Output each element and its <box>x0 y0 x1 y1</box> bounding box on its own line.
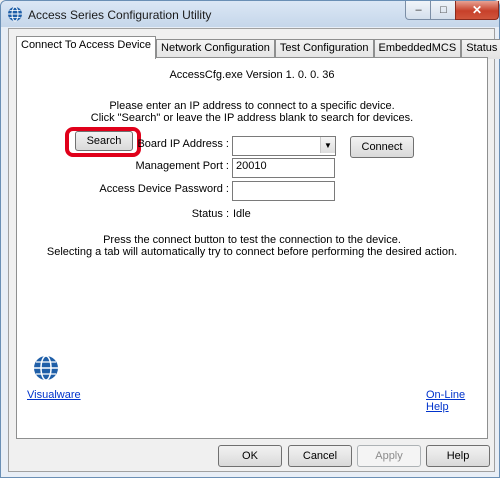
window-title: Access Series Configuration Utility <box>28 8 212 22</box>
status-value: Idle <box>233 208 251 220</box>
tab-test-configuration[interactable]: Test Configuration <box>274 39 374 59</box>
tab-network-configuration[interactable]: Network Configuration <box>156 39 275 59</box>
maximize-icon: □ <box>440 4 447 16</box>
tab-connect-to-access-device[interactable]: Connect To Access Device <box>16 36 157 59</box>
board-ip-combobox[interactable]: ▼ <box>232 136 336 156</box>
minimize-icon: – <box>415 4 422 16</box>
footer-line-1: Press the connect button to test the con… <box>103 234 401 246</box>
title-bar[interactable]: Access Series Configuration Utility – □ … <box>1 1 499 27</box>
ok-button[interactable]: OK <box>218 445 282 467</box>
tab-strip: Connect To Access Device Network Configu… <box>16 36 500 59</box>
tab-status[interactable]: Status <box>461 39 500 59</box>
help-button[interactable]: Help <box>426 445 490 467</box>
maximize-button[interactable]: □ <box>430 1 457 20</box>
close-button[interactable]: ✕ <box>455 1 499 20</box>
visualware-logo-icon <box>34 355 58 381</box>
search-button[interactable]: Search <box>75 131 133 151</box>
minimize-button[interactable]: – <box>405 1 432 20</box>
connect-button[interactable]: Connect <box>350 136 414 158</box>
status-label: Status : <box>191 208 229 220</box>
globe-icon <box>8 6 22 22</box>
password-label: Access Device Password : <box>99 183 229 195</box>
chevron-down-icon[interactable]: ▼ <box>320 137 335 153</box>
visualware-link[interactable]: Visualware <box>27 389 81 401</box>
management-port-label: Management Port : <box>135 160 229 172</box>
management-port-field[interactable]: 20010 <box>232 158 335 178</box>
client-area: Connect To Access Device Network Configu… <box>8 28 500 472</box>
close-icon: ✕ <box>471 3 483 17</box>
cancel-button[interactable]: Cancel <box>288 445 352 467</box>
footer-line-2: Selecting a tab will automatically try t… <box>46 246 458 258</box>
connect-panel: AccessCfg.exe Version 1. 0. 0. 36 Please… <box>16 57 488 439</box>
board-ip-label: Board IP Address : <box>137 138 229 150</box>
tab-embeddedmcs[interactable]: EmbeddedMCS <box>373 39 462 59</box>
instructions-line-1: Please enter an IP address to connect to… <box>109 100 395 112</box>
password-field[interactable] <box>232 181 335 201</box>
online-help-link[interactable]: On-Line Help <box>426 389 487 413</box>
instructions-line-2: Click "Search" or leave the IP address b… <box>90 112 414 124</box>
version-text: AccessCfg.exe Version 1. 0. 0. 36 <box>169 69 335 81</box>
app-window: Access Series Configuration Utility – □ … <box>0 0 500 478</box>
apply-button[interactable]: Apply <box>357 445 421 467</box>
